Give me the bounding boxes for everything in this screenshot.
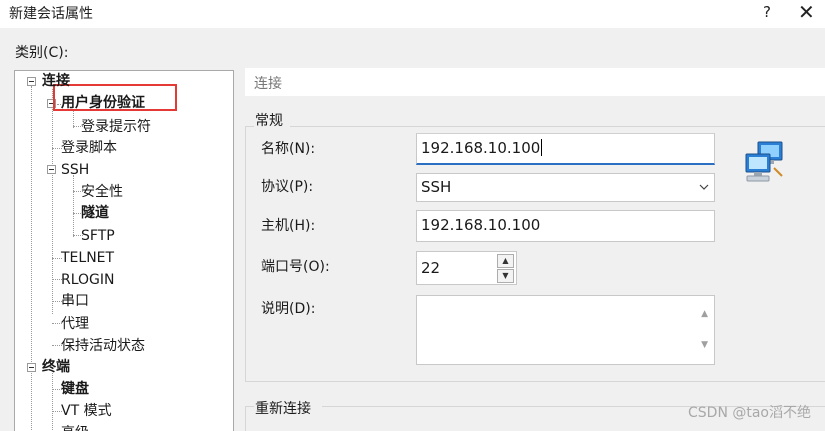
tree-item-sftp[interactable]: SFTP — [81, 227, 115, 245]
reconnect-group-title: 重新连接 — [255, 401, 311, 417]
tree-item-ssh[interactable]: SSH — [61, 161, 89, 179]
section-header: 连接 — [245, 68, 825, 96]
category-tree[interactable]: 连接 用户身份验证 登录提示符 登录脚本 SSH 安全性 隧道 SFTP TEL… — [14, 70, 234, 431]
tree-item-proxy[interactable]: 代理 — [61, 315, 89, 333]
collapse-toggle-icon[interactable] — [27, 363, 36, 372]
name-value: 192.168.10.100 — [421, 139, 541, 157]
group-border — [245, 381, 825, 382]
group-border — [290, 126, 825, 127]
section-header-label: 连接 — [254, 76, 282, 92]
port-value: 22 — [421, 259, 441, 277]
tree-item-advanced[interactable]: 高级 — [61, 424, 89, 431]
port-spin-down-button[interactable]: ▼ — [497, 269, 514, 283]
tree-item-rlogin[interactable]: RLOGIN — [61, 271, 115, 289]
scroll-up-arrow-icon[interactable]: ▲ — [701, 300, 708, 328]
chevron-down-icon — [699, 184, 709, 190]
tree-connector — [31, 86, 32, 431]
general-group-title: 常规 — [255, 113, 283, 129]
host-label: 主机(H): — [261, 218, 316, 234]
help-button[interactable]: ? — [763, 3, 771, 21]
protocol-value: SSH — [421, 178, 452, 196]
tree-item-keyboard[interactable]: 键盘 — [61, 380, 89, 398]
tree-item-serial[interactable]: 串口 — [61, 292, 89, 310]
text-caret — [541, 139, 543, 156]
tree-item-connection[interactable]: 连接 — [42, 72, 70, 90]
tree-item-terminal[interactable]: 终端 — [42, 358, 70, 376]
tree-item-security[interactable]: 安全性 — [81, 183, 123, 201]
tree-item-login-script[interactable]: 登录脚本 — [61, 139, 117, 157]
category-label: 类别(C): — [15, 45, 69, 61]
protocol-label: 协议(P): — [261, 179, 314, 195]
tree-connector — [73, 175, 74, 237]
host-value: 192.168.10.100 — [421, 216, 541, 234]
protocol-select[interactable]: SSH — [416, 173, 715, 202]
collapse-toggle-icon[interactable] — [27, 77, 36, 86]
group-border — [245, 406, 246, 431]
description-textarea[interactable]: ▲ ▼ — [416, 295, 715, 365]
watermark-text: CSDN @tao滔不绝 — [688, 405, 811, 421]
tree-connector — [52, 89, 53, 314]
tree-item-keepalive[interactable]: 保持活动状态 — [61, 337, 145, 355]
scroll-down-arrow-icon[interactable]: ▼ — [701, 331, 708, 359]
tree-item-user-auth[interactable]: 用户身份验证 — [61, 94, 145, 112]
name-input[interactable]: 192.168.10.100 — [416, 133, 715, 165]
window-title: 新建会话属性 — [9, 6, 93, 22]
collapse-toggle-icon[interactable] — [47, 165, 56, 174]
port-label: 端口号(O): — [261, 259, 330, 275]
network-computers-icon — [745, 141, 783, 182]
host-input[interactable]: 192.168.10.100 — [416, 210, 715, 242]
group-border — [245, 126, 254, 127]
close-button[interactable]: ✕ — [798, 0, 815, 24]
group-border — [245, 126, 246, 381]
tree-connector — [52, 373, 53, 431]
group-border — [245, 406, 254, 407]
tree-item-login-prompt[interactable]: 登录提示符 — [81, 118, 151, 136]
title-bar: 新建会话属性 ? ✕ — [0, 0, 825, 28]
tree-item-telnet[interactable]: TELNET — [61, 249, 114, 267]
port-spin-up-button[interactable]: ▲ — [497, 254, 514, 268]
tree-item-vt-mode[interactable]: VT 模式 — [61, 402, 112, 420]
name-label: 名称(N): — [261, 141, 316, 157]
description-label: 说明(D): — [261, 301, 316, 317]
tree-item-tunnel[interactable]: 隧道 — [81, 204, 109, 222]
